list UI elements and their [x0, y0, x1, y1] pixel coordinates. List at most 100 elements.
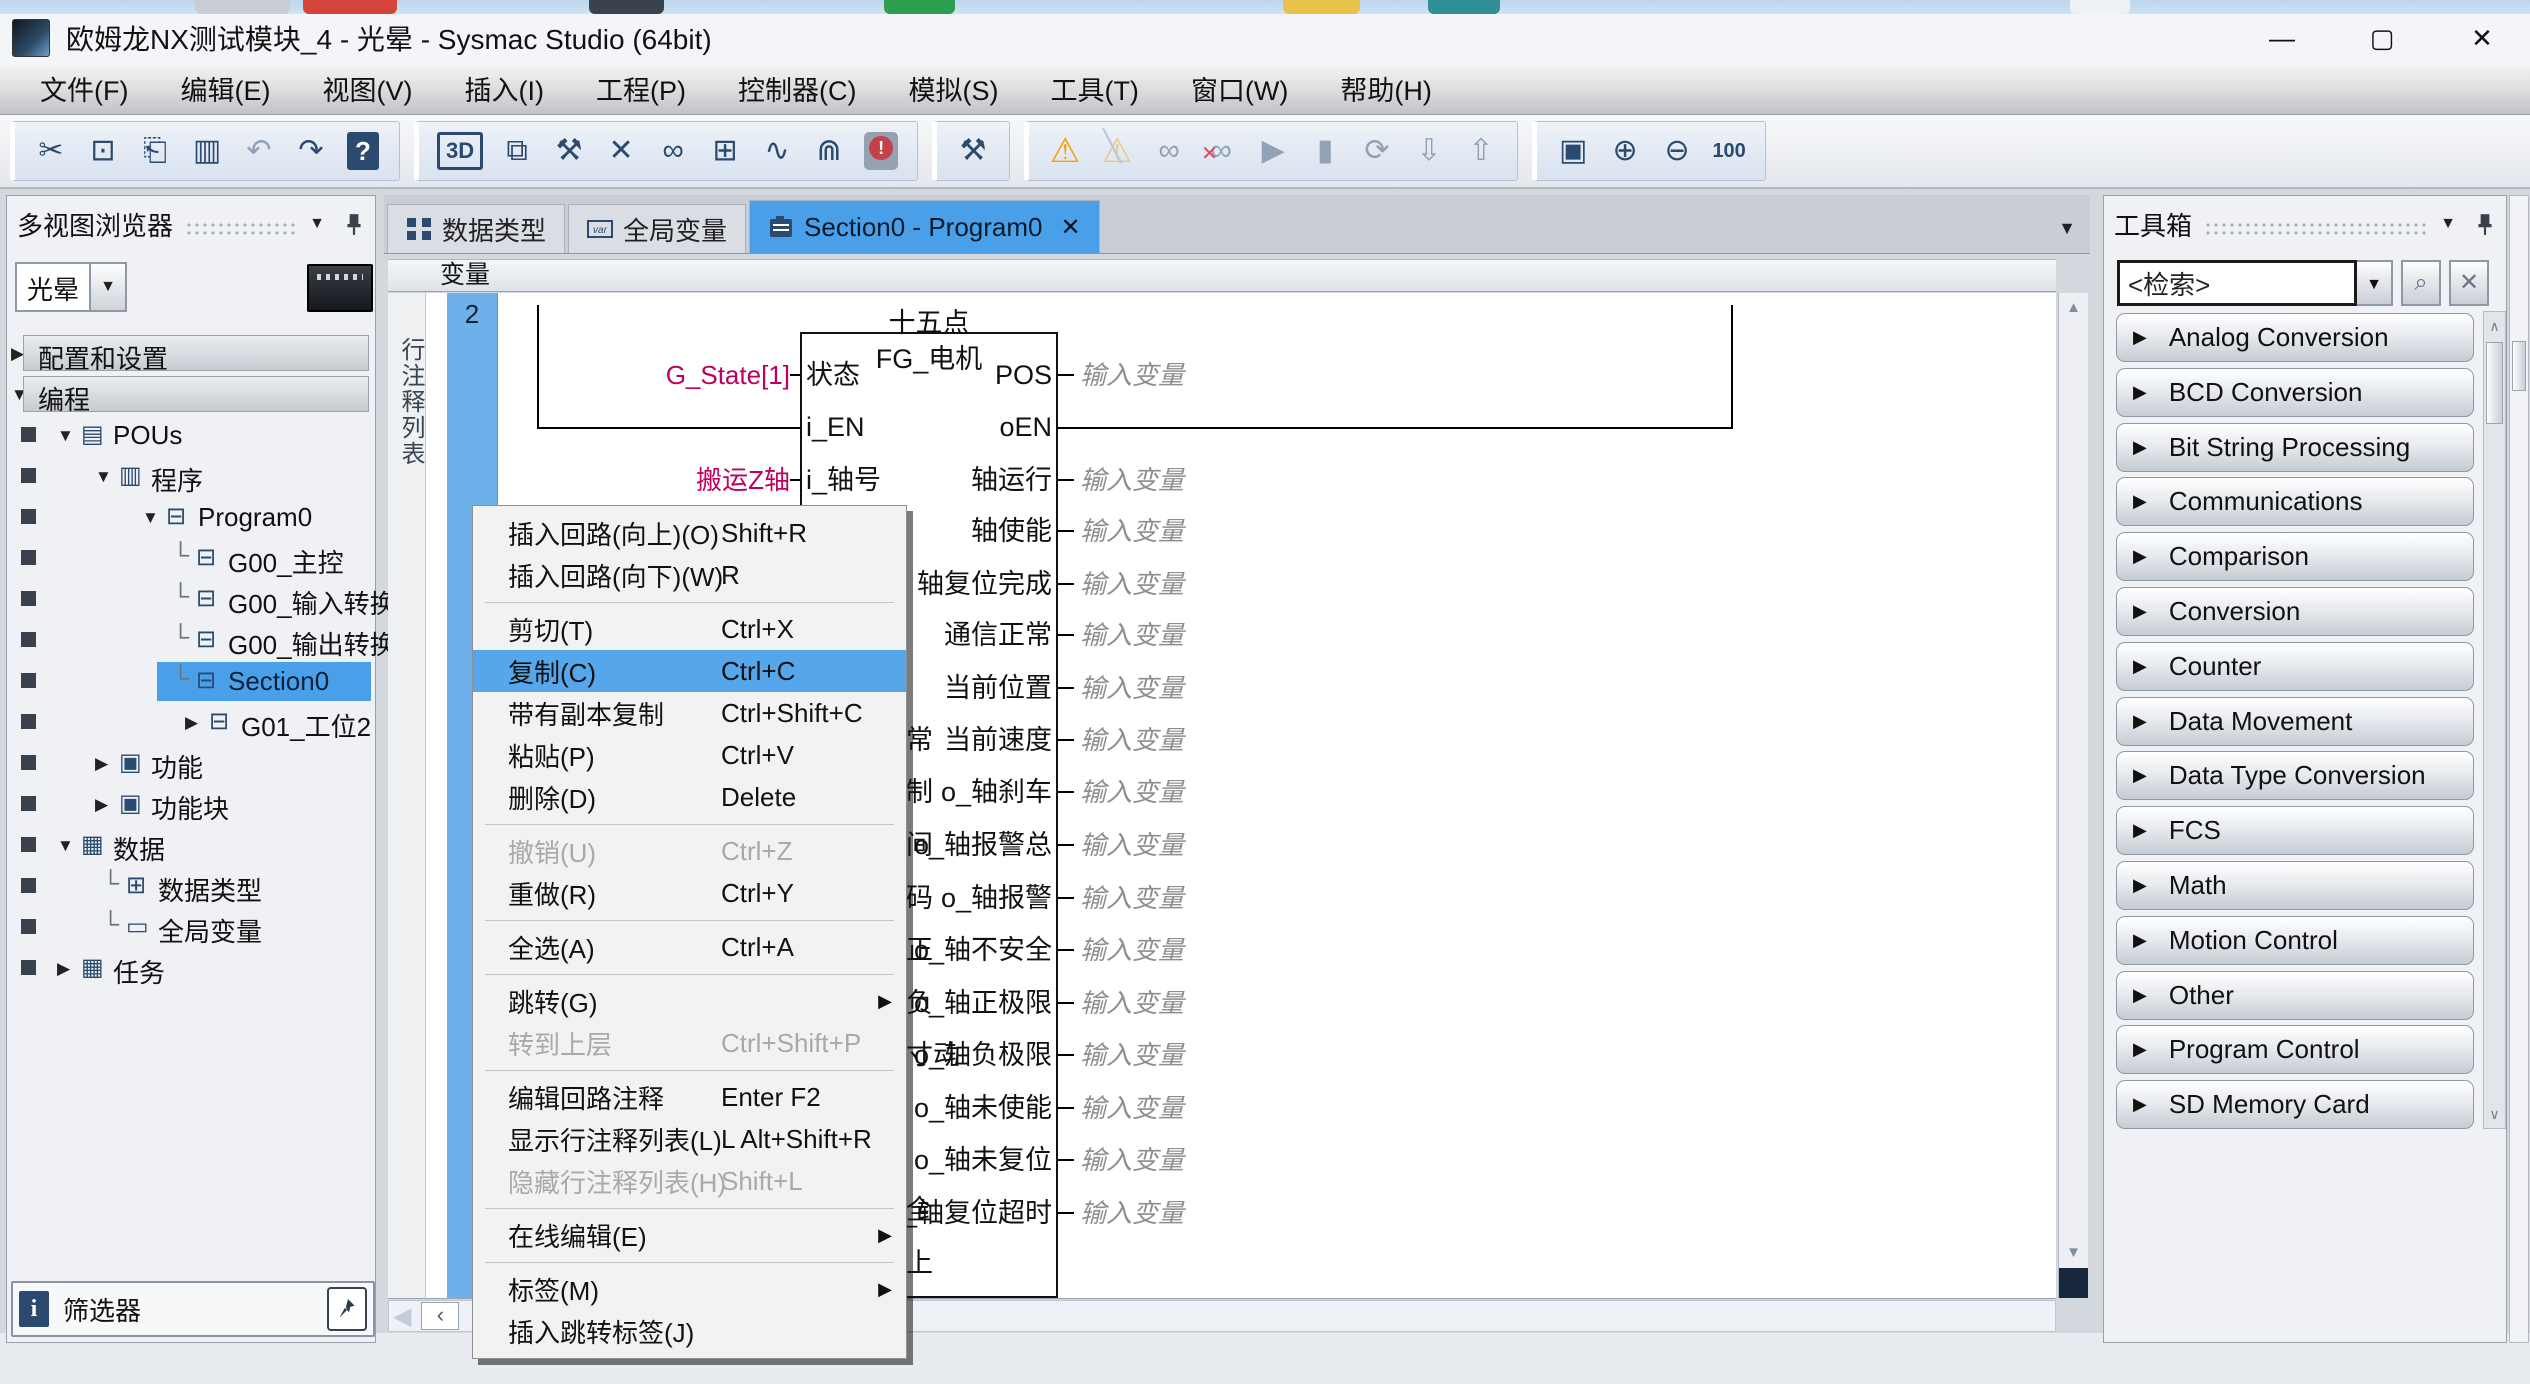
output-placeholder[interactable]: 输入变量	[1080, 724, 1184, 756]
output-placeholder[interactable]: 输入变量	[1080, 1092, 1184, 1124]
run-icon[interactable]: ▶	[1247, 136, 1299, 166]
toolbox-category-data-movement[interactable]: ▶Data Movement	[2116, 697, 2474, 746]
menu-item-2[interactable]: 编辑(E)	[154, 63, 296, 114]
scroll-thumb[interactable]	[2486, 342, 2503, 424]
context-menu-item-6[interactable]: 粘贴(P)Ctrl+V	[473, 734, 906, 776]
help-doc-icon[interactable]: ?	[347, 132, 379, 170]
menu-item-10[interactable]: 帮助(H)	[1314, 63, 1457, 114]
tree-item-编程[interactable]: ▼编程	[7, 374, 375, 415]
monitor-off-icon[interactable]: ∞	[1195, 136, 1247, 166]
tree-item-Section0[interactable]: └⊟Section0	[7, 661, 375, 702]
expander-icon[interactable]: ▼	[57, 426, 74, 446]
tree-item-功能[interactable]: ▶▣功能	[7, 743, 375, 784]
menu-item-4[interactable]: 插入(I)	[438, 63, 569, 114]
expander-icon[interactable]: ▼	[57, 836, 74, 856]
context-menu-item-11[interactable]: 跳转(G)▶	[473, 980, 906, 1022]
output-placeholder[interactable]: 输入变量	[1080, 987, 1184, 1019]
device-selector[interactable]: 光晕 ▼	[15, 262, 127, 312]
context-menu-item-18[interactable]: 插入跳转标签(J)	[473, 1310, 906, 1352]
tree-item-Program0[interactable]: ▼⊟Program0	[7, 497, 375, 538]
toolbox-category-program-control[interactable]: ▶Program Control	[2116, 1025, 2474, 1074]
toolbox-search-input[interactable]	[2117, 260, 2357, 306]
chevron-down-icon[interactable]: ▼	[2440, 215, 2456, 233]
warning-icon[interactable]: ⚠	[1039, 134, 1091, 168]
menu-item-9[interactable]: 窗口(W)	[1165, 63, 1314, 114]
monitor-icon[interactable]: ∞	[1143, 136, 1195, 166]
input-variable-搬运Z轴[interactable]: 搬运Z轴	[550, 464, 790, 496]
zoom-out-icon[interactable]: ⊖	[1651, 136, 1703, 166]
input-variable-G_State[1][interactable]: G_State[1]	[550, 359, 790, 391]
expander-icon[interactable]: ▼	[142, 508, 159, 528]
toolbox-category-bit-string-processing[interactable]: ▶Bit String Processing	[2116, 423, 2474, 472]
context-menu-item-1[interactable]: 插入回路(向上)(O)Shift+R	[473, 512, 906, 554]
context-menu-item-7[interactable]: 删除(D)Delete	[473, 776, 906, 818]
menu-item-3[interactable]: 视图(V)	[296, 63, 438, 114]
zoom-fit-icon[interactable]: ▣	[1547, 136, 1599, 166]
output-placeholder[interactable]: 输入变量	[1080, 568, 1184, 600]
context-menu-item-2[interactable]: 插入回路(向下)(W)R	[473, 554, 906, 596]
toolbox-category-other[interactable]: ▶Other	[2116, 971, 2474, 1020]
filter-bar[interactable]: i 筛选器	[11, 1281, 375, 1337]
output-placeholder[interactable]: 输入变量	[1080, 1197, 1184, 1229]
output-placeholder[interactable]: 输入变量	[1080, 359, 1184, 391]
redo-icon[interactable]: ↷	[285, 136, 337, 166]
expander-icon[interactable]: ▼	[95, 467, 112, 487]
context-menu-item-14[interactable]: 显示行注释列表(L)L Alt+Shift+R	[473, 1118, 906, 1160]
variable-bar[interactable]: 变量	[388, 259, 2056, 292]
expander-icon[interactable]: ▶	[95, 754, 108, 774]
rebuild-icon[interactable]: ⚒	[947, 136, 999, 166]
toolbox-category-conversion[interactable]: ▶Conversion	[2116, 587, 2474, 636]
scroll-up-icon[interactable]: ∧	[2484, 312, 2505, 340]
warning-off-icon[interactable]: ⚠	[1091, 134, 1143, 168]
toolbox-category-fcs[interactable]: ▶FCS	[2116, 806, 2474, 855]
menu-item-5[interactable]: 工程(P)	[570, 63, 712, 114]
toolbox-category-motion-control[interactable]: ▶Motion Control	[2116, 916, 2474, 965]
toolbox-category-communications[interactable]: ▶Communications	[2116, 477, 2474, 526]
collapse-left-icon[interactable]: ◀	[393, 1302, 411, 1331]
tree-item-数据类型[interactable]: └⊞数据类型	[7, 866, 375, 907]
search-icon[interactable]: ⌕	[2401, 260, 2441, 306]
context-menu-item-16[interactable]: 在线编辑(E)▶	[473, 1214, 906, 1256]
pin-icon[interactable]	[343, 212, 365, 236]
search-binoculars-icon[interactable]: ⋒	[803, 136, 855, 166]
toolbox-category-analog-conversion[interactable]: ▶Analog Conversion	[2116, 313, 2474, 362]
scroll-down-icon[interactable]: ∨	[2484, 1100, 2505, 1128]
context-menu-item-10[interactable]: 全选(A)Ctrl+A	[473, 926, 906, 968]
editor-vertical-scrollbar[interactable]: ▲ ▼	[2058, 293, 2088, 1298]
expander-icon[interactable]: ▶	[95, 795, 108, 815]
toolbox-category-data-type-conversion[interactable]: ▶Data Type Conversion	[2116, 751, 2474, 800]
output-placeholder[interactable]: 输入变量	[1080, 464, 1184, 496]
scroll-thumb[interactable]	[2512, 341, 2526, 391]
menu-item-8[interactable]: 工具(T)	[1024, 63, 1164, 114]
tree-item-程序[interactable]: ▼▥程序	[7, 456, 375, 497]
tree-item-数据[interactable]: ▼▦数据	[7, 825, 375, 866]
output-placeholder[interactable]: 输入变量	[1080, 619, 1184, 651]
context-menu-item-4[interactable]: 复制(C)Ctrl+C	[473, 650, 906, 692]
upload-icon[interactable]: ⇧	[1455, 136, 1507, 166]
toolbox-category-math[interactable]: ▶Math	[2116, 861, 2474, 910]
tree-item-G00_主控[interactable]: └⊟G00_主控	[7, 538, 375, 579]
menu-item-1[interactable]: 文件(F)	[14, 63, 154, 114]
zoom-100-icon[interactable]: 100	[1703, 141, 1755, 161]
zoom-in-icon[interactable]: ⊕	[1599, 136, 1651, 166]
3d-view-icon[interactable]: 3D	[437, 132, 483, 170]
tree-item-功能块[interactable]: ▶▣功能块	[7, 784, 375, 825]
row-comment-column[interactable]: 行注释列表	[388, 293, 426, 1298]
data-trace-icon[interactable]: ∿	[751, 136, 803, 166]
output-placeholder[interactable]: 输入变量	[1080, 829, 1184, 861]
output-placeholder[interactable]: 输入变量	[1080, 515, 1184, 547]
toolbox-category-sd-memory-card[interactable]: ▶SD Memory Card	[2116, 1080, 2474, 1129]
minimize-button[interactable]: —	[2262, 23, 2302, 54]
build-hammer-icon[interactable]: ⚒	[543, 136, 595, 166]
watch-table-icon[interactable]: ⊞	[699, 136, 751, 166]
error-list-icon[interactable]: !	[864, 132, 898, 170]
toolbox-scrollbar[interactable]: ∧ ∨	[2483, 311, 2506, 1129]
window-layout-icon[interactable]: ⧉	[491, 136, 543, 166]
toolbox-outer-scrollbar[interactable]	[2509, 195, 2529, 1343]
close-button[interactable]: ✕	[2462, 23, 2502, 54]
cross-reference-icon[interactable]: ✕	[595, 136, 647, 166]
scroll-down-icon[interactable]: ▼	[2059, 1238, 2088, 1268]
tree-item-任务[interactable]: ▶▦任务	[7, 948, 375, 989]
output-placeholder[interactable]: 输入变量	[1080, 1039, 1184, 1071]
maximize-button[interactable]: ▢	[2362, 23, 2402, 54]
